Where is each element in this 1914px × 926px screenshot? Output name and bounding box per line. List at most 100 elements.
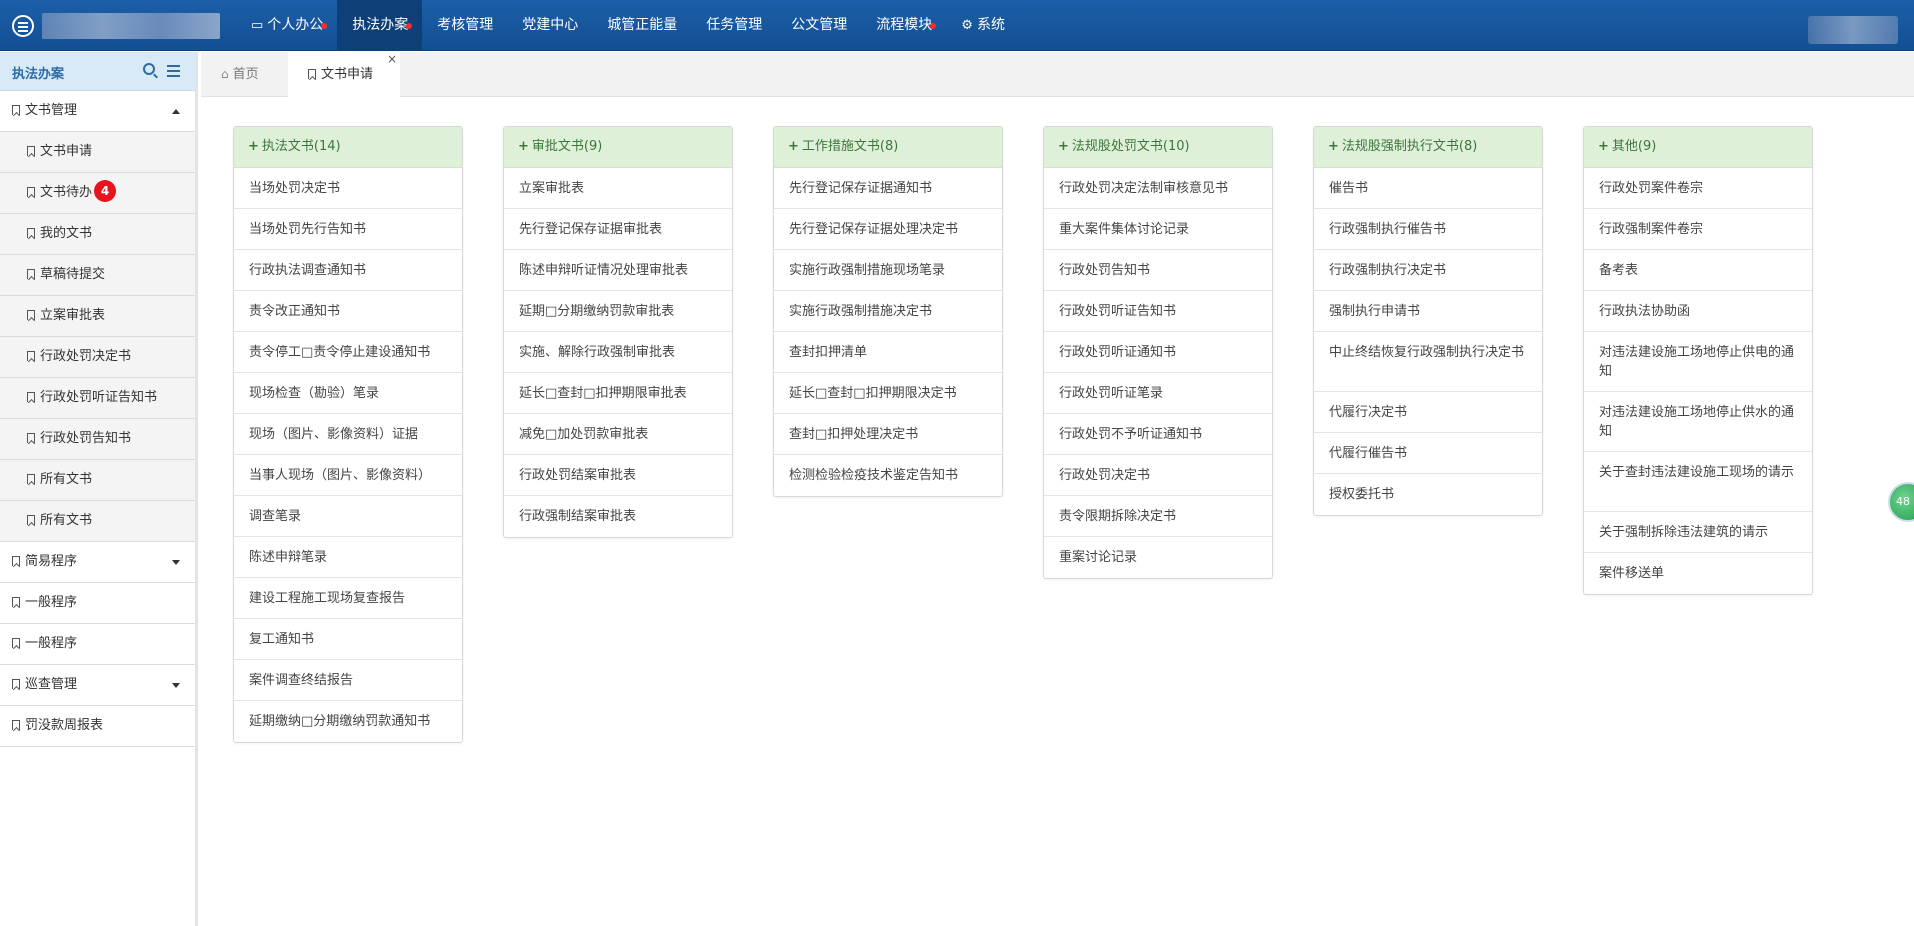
close-icon[interactable]: × xyxy=(387,37,397,82)
document-link[interactable]: 行政强制执行催告书 xyxy=(1314,209,1542,250)
category-card-header[interactable]: + 法规股处罚文书(10) xyxy=(1044,127,1272,168)
search-icon[interactable] xyxy=(143,63,155,75)
document-link[interactable]: 延长□查封□扣押期限审批表 xyxy=(504,373,732,414)
document-link[interactable]: 行政处罚决定法制审核意见书 xyxy=(1044,168,1272,209)
document-link[interactable]: 陈述申辩听证情况处理审批表 xyxy=(504,250,732,291)
document-link[interactable]: 建设工程施工现场复查报告 xyxy=(234,578,462,619)
document-link[interactable]: 延长□查封□扣押期限决定书 xyxy=(774,373,1002,414)
nav-item-3[interactable]: 党建中心 xyxy=(507,0,592,51)
document-link[interactable]: 责令限期拆除决定书 xyxy=(1044,496,1272,537)
chat-icon[interactable] xyxy=(12,15,34,37)
document-link[interactable]: 行政强制执行决定书 xyxy=(1314,250,1542,291)
document-link[interactable]: 先行登记保存证据审批表 xyxy=(504,209,732,250)
document-link[interactable]: 重大案件集体讨论记录 xyxy=(1044,209,1272,250)
category-card-header[interactable]: + 法规股强制执行文书(8) xyxy=(1314,127,1542,168)
category-card-header[interactable]: + 工作措施文书(8) xyxy=(774,127,1002,168)
document-link[interactable]: 代履行决定书 xyxy=(1314,392,1542,433)
document-link[interactable]: 行政处罚案件卷宗 xyxy=(1584,168,1812,209)
document-link[interactable]: 当场处罚决定书 xyxy=(234,168,462,209)
document-link[interactable]: 行政强制案件卷宗 xyxy=(1584,209,1812,250)
document-link[interactable]: 检测检验检疫技术鉴定告知书 xyxy=(774,455,1002,496)
nav-item-label: 系统 xyxy=(976,17,1005,33)
document-link[interactable]: 催告书 xyxy=(1314,168,1542,209)
document-link[interactable]: 中止终结恢复行政强制执行决定书 xyxy=(1314,332,1542,392)
sidebar-item[interactable]: 文书管理 xyxy=(0,91,195,132)
sidebar-item-label: 我的文书 xyxy=(40,226,93,241)
tab-document-apply[interactable]: 文书申请 × xyxy=(288,52,400,97)
document-link[interactable]: 行政处罚不予听证通知书 xyxy=(1044,414,1272,455)
document-link[interactable]: 实施行政强制措施决定书 xyxy=(774,291,1002,332)
document-link[interactable]: 行政处罚听证告知书 xyxy=(1044,291,1272,332)
document-link[interactable]: 实施行政强制措施现场笔录 xyxy=(774,250,1002,291)
category-card-header[interactable]: + 审批文书(9) xyxy=(504,127,732,168)
document-link[interactable]: 现场（图片、影像资料）证据 xyxy=(234,414,462,455)
sidebar-item[interactable]: 巡查管理 xyxy=(0,665,195,706)
document-link[interactable]: 陈述申辩笔录 xyxy=(234,537,462,578)
document-link[interactable]: 关于查封违法建设施工现场的请示 xyxy=(1584,452,1812,512)
nav-item-1[interactable]: 执法办案 xyxy=(337,0,423,51)
bookmark-icon xyxy=(27,351,35,361)
sidebar-item[interactable]: 所有文书 xyxy=(0,501,195,542)
sidebar-item[interactable]: 一般程序 xyxy=(0,624,195,665)
document-link[interactable]: 强制执行申请书 xyxy=(1314,291,1542,332)
sidebar-item[interactable]: 罚没款周报表 xyxy=(0,706,195,747)
document-link[interactable]: 查封□扣押处理决定书 xyxy=(774,414,1002,455)
floating-assistant-button[interactable]: 48 xyxy=(1888,482,1914,522)
document-link[interactable]: 立案审批表 xyxy=(504,168,732,209)
document-link[interactable]: 先行登记保存证据通知书 xyxy=(774,168,1002,209)
tab-home[interactable]: ⌂ 首页 xyxy=(221,52,259,97)
document-link[interactable]: 案件调查终结报告 xyxy=(234,660,462,701)
document-link[interactable]: 延期缴纳□分期缴纳罚款通知书 xyxy=(234,701,462,742)
document-link[interactable]: 减免□加处罚款审批表 xyxy=(504,414,732,455)
sidebar-item[interactable]: 一般程序 xyxy=(0,583,195,624)
list-icon[interactable] xyxy=(167,65,180,77)
nav-item-5[interactable]: 任务管理 xyxy=(691,0,776,51)
sidebar-item[interactable]: 行政处罚决定书 xyxy=(0,337,195,378)
document-link[interactable]: 授权委托书 xyxy=(1314,474,1542,515)
document-link[interactable]: 行政处罚告知书 xyxy=(1044,250,1272,291)
category-card-header[interactable]: + 执法文书(14) xyxy=(234,127,462,168)
document-link[interactable]: 当场处罚先行告知书 xyxy=(234,209,462,250)
document-link[interactable]: 行政强制结案审批表 xyxy=(504,496,732,537)
document-link[interactable]: 对违法建设施工场地停止供电的通知 xyxy=(1584,332,1812,392)
nav-item-6[interactable]: 公文管理 xyxy=(776,0,861,51)
document-link[interactable]: 行政执法调查通知书 xyxy=(234,250,462,291)
document-link[interactable]: 责令停工□责令停止建设通知书 xyxy=(234,332,462,373)
document-link[interactable]: 延期□分期缴纳罚款审批表 xyxy=(504,291,732,332)
document-link[interactable]: 案件移送单 xyxy=(1584,553,1812,594)
document-link[interactable]: 责令改正通知书 xyxy=(234,291,462,332)
nav-item-4[interactable]: 城管正能量 xyxy=(592,0,691,51)
document-link[interactable]: 先行登记保存证据处理决定书 xyxy=(774,209,1002,250)
nav-item-7[interactable]: 流程模块 xyxy=(861,0,946,51)
document-link[interactable]: 行政处罚结案审批表 xyxy=(504,455,732,496)
document-link[interactable]: 代履行催告书 xyxy=(1314,433,1542,474)
sidebar-item[interactable]: 所有文书 xyxy=(0,460,195,501)
sidebar-item[interactable]: 草稿待提交 xyxy=(0,255,195,296)
nav-item-2[interactable]: 考核管理 xyxy=(422,0,507,51)
sidebar-item[interactable]: 我的文书 xyxy=(0,214,195,255)
document-link[interactable]: 实施、解除行政强制审批表 xyxy=(504,332,732,373)
sidebar-item[interactable]: 立案审批表 xyxy=(0,296,195,337)
category-card-header[interactable]: + 其他(9) xyxy=(1584,127,1812,168)
document-link[interactable]: 现场检查（勘验）笔录 xyxy=(234,373,462,414)
document-link[interactable]: 备考表 xyxy=(1584,250,1812,291)
document-link[interactable]: 调查笔录 xyxy=(234,496,462,537)
document-link[interactable]: 行政处罚决定书 xyxy=(1044,455,1272,496)
nav-item-8[interactable]: ⚙ 系统 xyxy=(946,0,1019,51)
sidebar-item[interactable]: 行政处罚告知书 xyxy=(0,419,195,460)
user-avatar[interactable] xyxy=(1808,16,1898,44)
sidebar-item[interactable]: 简易程序 xyxy=(0,542,195,583)
document-link[interactable]: 查封扣押清单 xyxy=(774,332,1002,373)
document-link[interactable]: 对违法建设施工场地停止供水的通知 xyxy=(1584,392,1812,452)
document-link[interactable]: 当事人现场（图片、影像资料） xyxy=(234,455,462,496)
document-link[interactable]: 行政处罚听证通知书 xyxy=(1044,332,1272,373)
nav-item-0[interactable]: ▭ 个人办公 xyxy=(236,0,337,51)
sidebar-item[interactable]: 文书待办 4 xyxy=(0,173,195,214)
document-link[interactable]: 行政处罚听证笔录 xyxy=(1044,373,1272,414)
sidebar-item[interactable]: 文书申请 xyxy=(0,132,195,173)
document-link[interactable]: 复工通知书 xyxy=(234,619,462,660)
document-link[interactable]: 关于强制拆除违法建筑的请示 xyxy=(1584,512,1812,553)
document-link[interactable]: 重案讨论记录 xyxy=(1044,537,1272,578)
document-link[interactable]: 行政执法协助函 xyxy=(1584,291,1812,332)
sidebar-item[interactable]: 行政处罚听证告知书 xyxy=(0,378,195,419)
